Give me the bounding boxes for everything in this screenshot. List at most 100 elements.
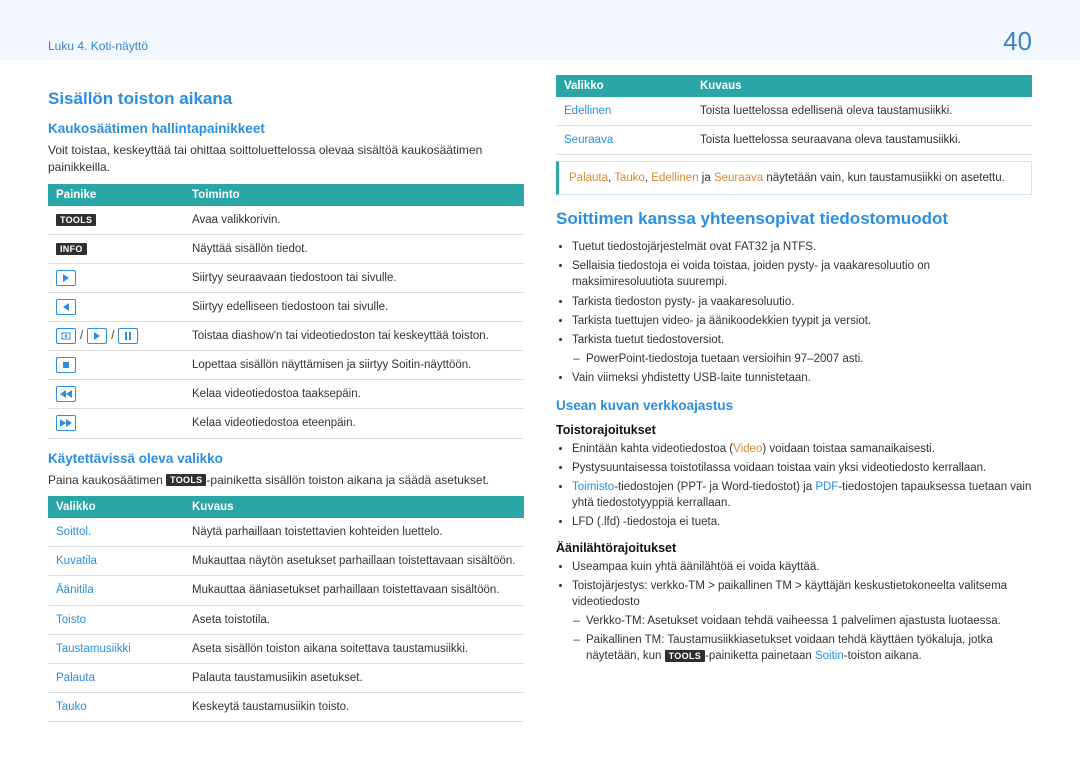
menu-table: Valikko Kuvaus Soittol.Näytä parhaillaan… <box>48 496 524 722</box>
previous-icon <box>56 299 76 315</box>
menu-name: Palauta <box>48 663 184 692</box>
menu-name: Kuvatila <box>48 547 184 576</box>
text-fragment: ) voidaan toistaa samanaikaisesti. <box>762 443 935 455</box>
text-fragment: Tarkista tuetut tiedostoversiot. <box>572 334 724 346</box>
list-item: Vain viimeksi yhdistetty USB-laite tunni… <box>572 370 1032 386</box>
compatible-formats-title: Soittimen kanssa yhteensopivat tiedostom… <box>556 209 1032 229</box>
inline-link: Video <box>733 443 762 455</box>
fast-forward-icon <box>56 415 76 431</box>
cell: Aseta sisällön toiston aikana soitettava… <box>184 634 524 663</box>
table-header-desc: Kuvaus <box>692 75 1032 97</box>
list-item: Toimisto-tiedostojen (PPT- ja Word-tiedo… <box>572 479 1032 511</box>
menu-name: Taustamusiikki <box>48 634 184 663</box>
table-header-menu: Valikko <box>48 496 184 518</box>
info-badge-icon: INFO <box>56 243 87 255</box>
slash: / <box>80 328 83 344</box>
table-row: ToistoAseta toistotila. <box>48 605 524 634</box>
rewind-icon <box>56 386 76 402</box>
table-row: ÄänitilaMukauttaa ääniasetukset parhaill… <box>48 576 524 605</box>
cell: Palauta taustamusiikin asetukset. <box>184 663 524 692</box>
note-link: Seuraava <box>714 172 763 184</box>
text-fragment: -toiston aikana. <box>844 650 922 662</box>
table-row: PalautaPalauta taustamusiikin asetukset. <box>48 663 524 692</box>
list-sub-item: Verkko-TM: Asetukset voidaan tehdä vaihe… <box>586 613 1032 629</box>
list-item: Sellaisia tiedostoja ei voida toistaa, j… <box>572 258 1032 290</box>
tools-badge-icon: TOOLS <box>166 474 206 486</box>
play-icon <box>87 328 107 344</box>
cell: Keskeytä taustamusiikin toisto. <box>184 692 524 721</box>
cell: Mukauttaa näytön asetukset parhaillaan t… <box>184 547 524 576</box>
text-fragment: Toistojärjestys: verkko-TM > paikallinen… <box>572 580 1007 608</box>
cell: Kelaa videotiedostoa taaksepäin. <box>184 380 524 409</box>
cell: Siirtyy edelliseen tiedostoon tai sivull… <box>184 292 524 321</box>
table-row: Siirtyy edelliseen tiedostoon tai sivull… <box>48 292 524 321</box>
two-column-layout: Sisällön toiston aikana Kaukosäätimen ha… <box>48 75 1032 722</box>
network-scheduling-title: Usean kuvan verkkoajastus <box>556 398 1032 413</box>
menu-table-continued: Valikko Kuvaus EdellinenToista luettelos… <box>556 75 1032 155</box>
cell: Kelaa videotiedostoa eteenpäin. <box>184 409 524 438</box>
tools-badge-icon: TOOLS <box>665 650 705 662</box>
list-item: Enintään kahta videotiedostoa (Video) vo… <box>572 441 1032 457</box>
inline-link: Toimisto <box>572 481 614 493</box>
table-header-menu: Valikko <box>556 75 692 97</box>
audio-limits-title: Äänilähtörajoitukset <box>556 541 1032 555</box>
table-header-desc: Kuvaus <box>184 496 524 518</box>
menu-name: Edellinen <box>556 97 692 126</box>
list-sub-item: Paikallinen TM: Taustamusiikkiasetukset … <box>586 632 1032 664</box>
table-row: EdellinenToista luettelossa edellisenä o… <box>556 97 1032 126</box>
text-fragment: Paina kaukosäätimen <box>48 473 166 487</box>
menu-name: Äänitila <box>48 576 184 605</box>
table-header-button: Painike <box>48 184 184 206</box>
page-header: Luku 4. Koti-näyttö 40 <box>48 26 1032 57</box>
list-item: Toistojärjestys: verkko-TM > paikallinen… <box>572 578 1032 664</box>
available-menu-title: Käytettävissä oleva valikko <box>48 451 524 466</box>
cell: Toistaa diashow'n tai videotiedoston tai… <box>184 322 524 351</box>
table-row: Soittol.Näytä parhaillaan toistettavien … <box>48 518 524 547</box>
cell: Toista luettelossa seuraavana oleva taus… <box>692 126 1032 155</box>
list-item: Useampaa kuin yhtä äänilähtöä ei voida k… <box>572 559 1032 575</box>
cell: Aseta toistotila. <box>184 605 524 634</box>
playback-limits-list: Enintään kahta videotiedostoa (Video) vo… <box>556 441 1032 530</box>
slash: / <box>111 328 114 344</box>
cell: Avaa valikkorivin. <box>184 206 524 235</box>
list-sub-item: PowerPoint-tiedostoja tuetaan versioihin… <box>586 351 1032 367</box>
table-row: Kelaa videotiedostoa eteenpäin. <box>48 409 524 438</box>
stop-icon <box>56 357 76 373</box>
compat-bullets: Tuetut tiedostojärjestelmät ovat FAT32 j… <box>556 239 1032 386</box>
note-link: Palauta <box>569 172 608 184</box>
text-fragment: -painiketta painetaan <box>705 650 815 662</box>
cell: Siirtyy seuraavaan tiedostoon tai sivull… <box>184 263 524 292</box>
playback-limits-title: Toistorajoitukset <box>556 423 1032 437</box>
chapter-label: Luku 4. Koti-näyttö <box>48 39 148 53</box>
list-item: Tarkista tuetut tiedostoversiot. PowerPo… <box>572 332 1032 367</box>
page-number: 40 <box>1003 26 1032 57</box>
next-icon <box>56 270 76 286</box>
note-box: Palauta, Tauko, Edellinen ja Seuraava nä… <box>556 161 1032 195</box>
table-row: INFO Näyttää sisällön tiedot. <box>48 234 524 263</box>
menu-name: Toisto <box>48 605 184 634</box>
playback-section-title: Sisällön toiston aikana <box>48 89 524 109</box>
cell: Lopettaa sisällön näyttämisen ja siirtyy… <box>184 351 524 380</box>
table-row: Siirtyy seuraavaan tiedostoon tai sivull… <box>48 263 524 292</box>
text-fragment: -painiketta sisällön toiston aikana ja s… <box>206 473 489 487</box>
pause-icon <box>118 328 138 344</box>
table-row: Lopettaa sisällön näyttämisen ja siirtyy… <box>48 351 524 380</box>
left-column: Sisällön toiston aikana Kaukosäätimen ha… <box>48 75 524 722</box>
available-menu-desc: Paina kaukosäätimen TOOLS-painiketta sis… <box>48 472 524 489</box>
audio-limits-list: Useampaa kuin yhtä äänilähtöä ei voida k… <box>556 559 1032 665</box>
cell: Toista luettelossa edellisenä oleva taus… <box>692 97 1032 126</box>
list-item: Tuetut tiedostojärjestelmät ovat FAT32 j… <box>572 239 1032 255</box>
remote-buttons-desc: Voit toistaa, keskeyttää tai ohittaa soi… <box>48 142 524 176</box>
remote-buttons-table: Painike Toiminto TOOLS Avaa valikkorivin… <box>48 184 524 439</box>
table-row: KuvatilaMukauttaa näytön asetukset parha… <box>48 547 524 576</box>
table-row: SeuraavaToista luettelossa seuraavana ol… <box>556 126 1032 155</box>
list-item: LFD (.lfd) -tiedostoja ei tueta. <box>572 514 1032 530</box>
inline-link: Soitin <box>815 650 844 662</box>
table-row: Kelaa videotiedostoa taaksepäin. <box>48 380 524 409</box>
list-item: Tarkista tiedoston pysty- ja vaakaresolu… <box>572 294 1032 310</box>
menu-name: Soittol. <box>48 518 184 547</box>
right-column: Valikko Kuvaus EdellinenToista luettelos… <box>556 75 1032 722</box>
table-header-action: Toiminto <box>184 184 524 206</box>
document-page: Luku 4. Koti-näyttö 40 Sisällön toiston … <box>0 0 1080 763</box>
table-row: TaustamusiikkiAseta sisällön toiston aik… <box>48 634 524 663</box>
